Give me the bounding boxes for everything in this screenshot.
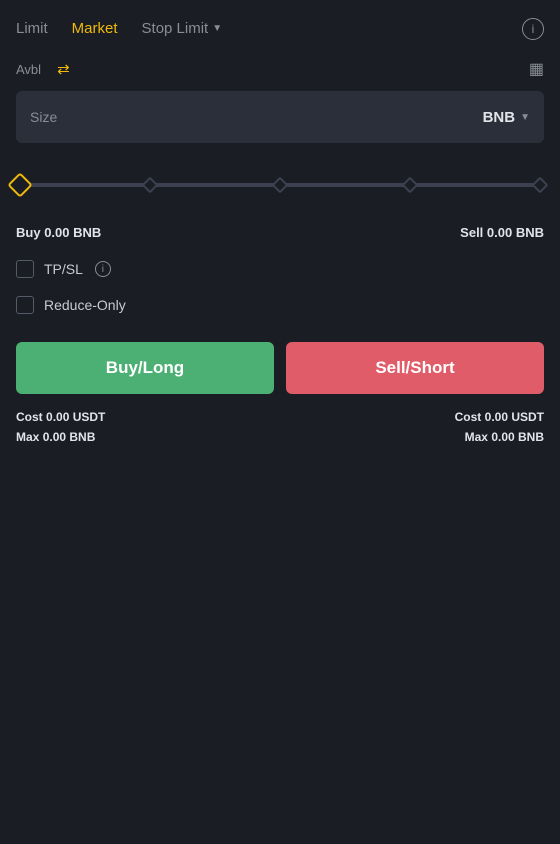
chevron-down-icon: ▼ <box>212 23 222 34</box>
tpsl-info-icon[interactable]: i <box>95 261 111 277</box>
tab-market[interactable]: Market <box>72 16 118 41</box>
reduce-only-label: Reduce-Only <box>44 297 126 313</box>
sell-short-button[interactable]: Sell/Short <box>286 342 544 394</box>
cost-max-left: Cost 0.00 USDT Max 0.00 BNB <box>16 410 105 444</box>
sell-quantity-value: 0.00 BNB <box>487 225 544 240</box>
sell-cost-row: Cost 0.00 USDT <box>455 410 544 424</box>
buy-cost-row: Cost 0.00 USDT <box>16 410 105 424</box>
info-icon-button[interactable]: i <box>522 18 544 40</box>
sell-max-value: 0.00 BNB <box>491 430 544 444</box>
action-buttons: Buy/Long Sell/Short <box>16 342 544 394</box>
calculator-icon[interactable]: ▦ <box>529 59 544 79</box>
info-icon: i <box>532 22 535 36</box>
buy-max-row: Max 0.00 BNB <box>16 430 105 444</box>
currency-chevron-icon: ▼ <box>520 112 530 123</box>
buy-max-label: Max <box>16 430 39 444</box>
currency-value: BNB <box>483 109 516 126</box>
slider-track[interactable] <box>20 183 540 187</box>
size-input-box[interactable]: Size BNB ▼ <box>16 91 544 143</box>
reduce-only-checkbox[interactable] <box>16 296 34 314</box>
tab-row: Limit Market Stop Limit ▼ i <box>16 16 544 41</box>
tpsl-checkbox[interactable] <box>16 260 34 278</box>
cost-max-container: Cost 0.00 USDT Max 0.00 BNB Cost 0.00 US… <box>16 410 544 444</box>
slider-tick-75[interactable] <box>402 177 419 194</box>
tpsl-label: TP/SL <box>44 261 83 277</box>
sell-cost-label: Cost <box>455 410 482 424</box>
sell-quantity-label: Sell 0.00 BNB <box>460 225 544 240</box>
slider-tick-25[interactable] <box>142 177 159 194</box>
buy-quantity-value: 0.00 BNB <box>44 225 101 240</box>
cost-max-right: Cost 0.00 USDT Max 0.00 BNB <box>455 410 544 444</box>
buy-cost-label: Cost <box>16 410 43 424</box>
balance-label: Avbl <box>16 62 41 77</box>
buy-cost-value: 0.00 USDT <box>46 410 105 424</box>
reduce-only-row: Reduce-Only <box>16 296 544 314</box>
tpsl-row: TP/SL i <box>16 260 544 278</box>
slider-thumb[interactable] <box>7 172 32 197</box>
slider-section <box>16 163 544 207</box>
buy-sell-quantity-row: Buy 0.00 BNB Sell 0.00 BNB <box>16 225 544 240</box>
size-label: Size <box>30 109 57 125</box>
tab-stop-limit-label: Stop Limit <box>142 20 209 37</box>
buy-quantity-label: Buy 0.00 BNB <box>16 225 101 240</box>
tab-stop-limit[interactable]: Stop Limit ▼ <box>142 20 223 37</box>
tab-limit[interactable]: Limit <box>16 16 48 41</box>
sell-cost-value: 0.00 USDT <box>485 410 544 424</box>
checkbox-section: TP/SL i Reduce-Only <box>16 260 544 314</box>
slider-tick-100[interactable] <box>532 177 549 194</box>
sell-max-row: Max 0.00 BNB <box>465 430 544 444</box>
buy-long-button[interactable]: Buy/Long <box>16 342 274 394</box>
trading-panel: Limit Market Stop Limit ▼ i Avbl ⇄ ▦ Siz… <box>0 0 560 844</box>
buy-max-value: 0.00 BNB <box>43 430 96 444</box>
transfer-icon[interactable]: ⇄ <box>57 60 70 78</box>
sell-max-label: Max <box>465 430 488 444</box>
balance-row: Avbl ⇄ ▦ <box>16 59 544 79</box>
currency-selector[interactable]: BNB ▼ <box>483 109 530 126</box>
slider-tick-50[interactable] <box>272 177 289 194</box>
